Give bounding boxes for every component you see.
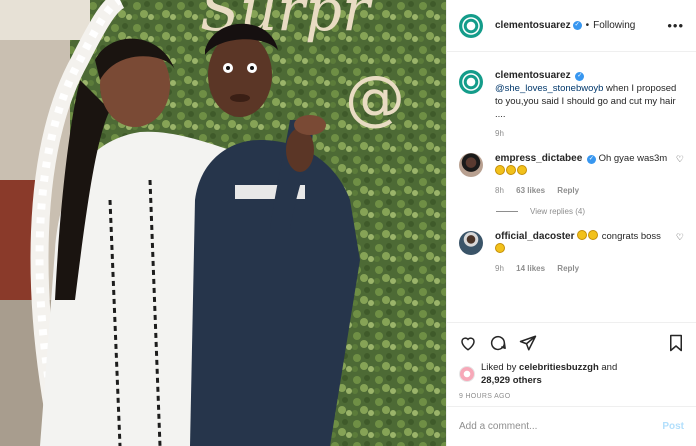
following-button[interactable]: Following bbox=[593, 20, 635, 31]
add-comment-bar: Post bbox=[447, 406, 696, 446]
replies-line bbox=[496, 211, 518, 212]
post-comment-button[interactable]: Post bbox=[662, 421, 684, 432]
comments-list[interactable]: clementosuarez ✓ @she_loves_stonebwoyb w… bbox=[447, 53, 696, 321]
post-timestamp[interactable]: 9 HOURS AGO bbox=[459, 393, 684, 400]
liker-username[interactable]: celebritiesbuzzgh bbox=[519, 362, 599, 373]
laughing-emoji-icon bbox=[495, 243, 505, 253]
save-bookmark-icon[interactable] bbox=[668, 334, 684, 352]
liker-avatar[interactable] bbox=[459, 366, 475, 382]
share-paper-plane-icon[interactable] bbox=[519, 334, 537, 352]
laughing-emoji-icon bbox=[506, 165, 516, 175]
commenter-username[interactable]: official_dacoster bbox=[495, 231, 574, 242]
verified-badge-icon: ✓ bbox=[575, 72, 585, 81]
view-replies-button[interactable]: View replies (4) bbox=[496, 207, 684, 216]
comment-time[interactable]: 9h bbox=[495, 264, 504, 273]
post-photo[interactable]: Surpr @ bbox=[0, 0, 446, 446]
comment-time[interactable]: 8h bbox=[495, 186, 504, 195]
reply-button[interactable]: Reply bbox=[557, 186, 579, 195]
comment-likes[interactable]: 63 likes bbox=[516, 186, 545, 195]
comment-text: congrats boss bbox=[601, 231, 661, 242]
comment-item: empress_dictabee ✓ Oh gyae was3m 8h 63 l… bbox=[459, 152, 684, 195]
like-comment-heart-icon[interactable]: ♡ bbox=[676, 154, 684, 195]
proposal-photo: Surpr @ bbox=[0, 0, 446, 446]
post-actions: Liked by celebritiesbuzzgh and 28,929 ot… bbox=[447, 322, 696, 400]
reply-button[interactable]: Reply bbox=[557, 264, 579, 273]
comment-bubble-icon[interactable] bbox=[489, 334, 507, 352]
more-options-icon[interactable]: ••• bbox=[667, 18, 684, 33]
commenter-username[interactable]: empress_dictabee bbox=[495, 153, 582, 164]
caption: clementosuarez ✓ @she_loves_stonebwoyb w… bbox=[459, 69, 684, 138]
caption-username[interactable]: clementosuarez bbox=[495, 70, 571, 81]
verified-badge-icon: ✓ bbox=[586, 155, 596, 164]
like-heart-icon[interactable] bbox=[459, 334, 477, 352]
laughing-emoji-icon bbox=[517, 165, 527, 175]
author-avatar[interactable] bbox=[459, 13, 483, 38]
liked-by-prefix: Liked by bbox=[481, 362, 520, 373]
others-likes-link[interactable]: 28,929 others bbox=[481, 375, 542, 386]
comment-item: official_dacoster congrats boss 9h 14 li… bbox=[459, 230, 684, 273]
view-replies-label: View replies (4) bbox=[530, 207, 585, 216]
post-header: clementosuarez ✓ • Following ••• bbox=[447, 0, 696, 52]
comment-text: Oh gyae was3m bbox=[598, 153, 668, 164]
laughing-emoji-icon bbox=[495, 165, 505, 175]
caption-avatar[interactable] bbox=[459, 70, 483, 94]
laughing-emoji-icon bbox=[577, 230, 588, 240]
liked-by: Liked by celebritiesbuzzgh and 28,929 ot… bbox=[459, 361, 684, 387]
laughing-emoji-icon bbox=[588, 230, 599, 240]
caption-mention-link[interactable]: @she_loves_stonebwoyb bbox=[495, 83, 603, 94]
author-username[interactable]: clementosuarez bbox=[495, 20, 571, 31]
verified-badge-icon: ✓ bbox=[572, 21, 582, 30]
commenter-avatar[interactable] bbox=[459, 153, 483, 177]
caption-time[interactable]: 9h bbox=[495, 129, 504, 138]
liked-by-and: and bbox=[598, 362, 618, 373]
commenter-avatar[interactable] bbox=[459, 231, 483, 255]
svg-text:@: @ bbox=[345, 63, 405, 133]
comment-likes[interactable]: 14 likes bbox=[516, 264, 545, 273]
comment-input[interactable] bbox=[459, 421, 663, 432]
like-comment-heart-icon[interactable]: ♡ bbox=[676, 232, 684, 273]
post-panel: clementosuarez ✓ • Following ••• clement… bbox=[446, 0, 696, 446]
separator-dot: • bbox=[585, 20, 590, 31]
